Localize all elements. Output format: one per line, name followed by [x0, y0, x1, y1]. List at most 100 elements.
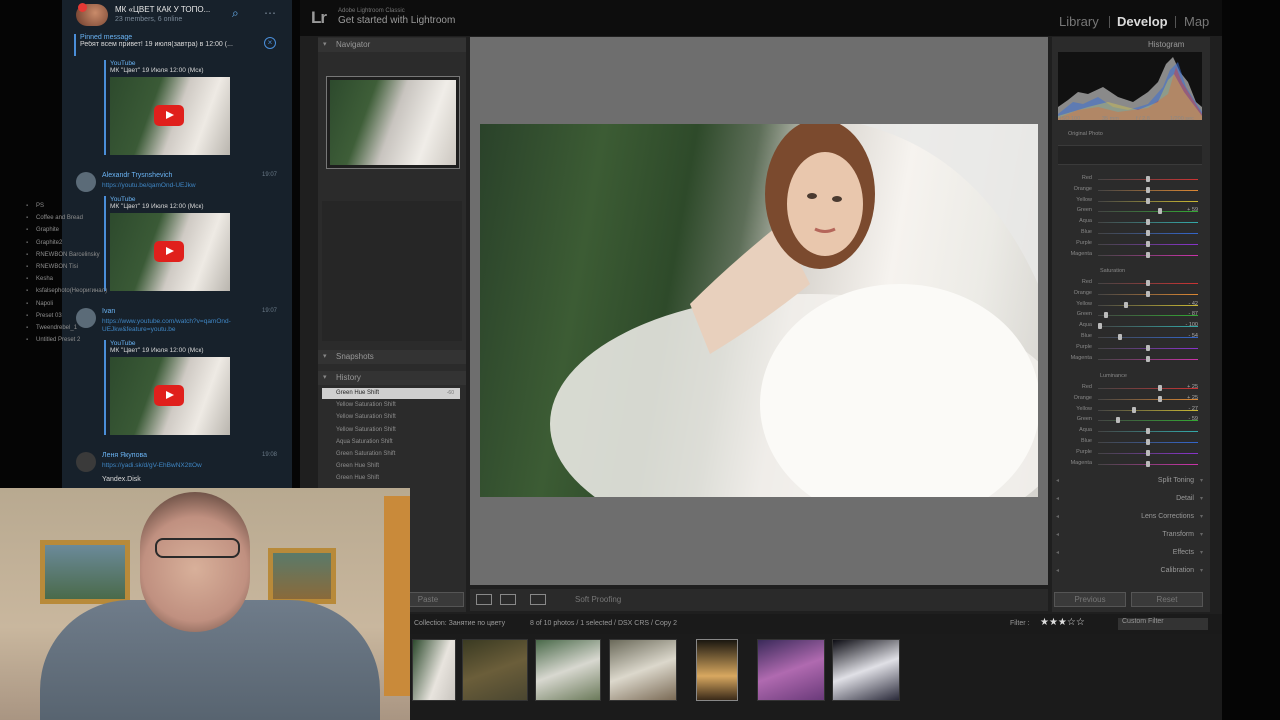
- navigator-preview[interactable]: [326, 76, 460, 169]
- youtube-preview[interactable]: YouTube МК "Цвет" 19 Июля 12:00 (Мск): [104, 340, 244, 435]
- slider-knob[interactable]: [1146, 439, 1150, 445]
- panel-section[interactable]: Transform: [1056, 528, 1204, 542]
- collection-label[interactable]: Collection: Занятие по цвету: [414, 620, 505, 627]
- play-icon[interactable]: [154, 385, 184, 406]
- snapshots-header[interactable]: Snapshots: [318, 350, 466, 364]
- filter-dropdown[interactable]: Custom Filter: [1118, 618, 1208, 630]
- slider-knob[interactable]: [1146, 186, 1150, 193]
- slider-value[interactable]: - 42: [1182, 301, 1198, 307]
- history-item[interactable]: Green Hue Shift: [322, 473, 460, 484]
- sender-name[interactable]: Леня Якупова: [102, 452, 147, 459]
- preset-item[interactable]: Coffee and Bread: [26, 215, 83, 221]
- slider-knob[interactable]: [1146, 230, 1150, 236]
- main-photo[interactable]: [480, 124, 1038, 497]
- slider-knob[interactable]: [1146, 355, 1150, 362]
- pinned-message[interactable]: Pinned message Ребят всем привет! 19 июл…: [74, 34, 288, 56]
- message-link[interactable]: https://yadi.sk/d/gV-EhBwNX2ttOw: [102, 462, 262, 470]
- slider-knob[interactable]: [1116, 417, 1120, 424]
- slider-knob[interactable]: [1146, 344, 1150, 351]
- avatar[interactable]: [76, 308, 96, 328]
- histogram-header[interactable]: Histogram: [1148, 40, 1184, 49]
- chat-title[interactable]: МК «ЦВЕТ КАК У ТОПО...: [115, 5, 210, 14]
- link-preview-title[interactable]: Yandex.Disk: [102, 476, 141, 483]
- panel-section[interactable]: Calibration: [1056, 564, 1204, 578]
- slider-knob[interactable]: [1146, 219, 1150, 226]
- photo-count[interactable]: 8 of 10 photos / 1 selected / DSX CRS / …: [530, 620, 677, 627]
- chat-header[interactable]: МК «ЦВЕТ КАК У ТОПО... 23 members, 6 onl…: [62, 0, 292, 30]
- slider-value[interactable]: - 59: [1182, 416, 1198, 422]
- slider-value[interactable]: + 59: [1182, 207, 1198, 213]
- slider-value[interactable]: - 100: [1182, 322, 1198, 328]
- youtube-preview[interactable]: YouTube МК "Цвет" 19 Июля 12:00 (Мск): [104, 196, 244, 291]
- loupe-view-icon[interactable]: [476, 594, 492, 605]
- slider-knob[interactable]: [1146, 460, 1150, 467]
- previous-button[interactable]: Previous: [1054, 592, 1126, 607]
- history-item[interactable]: Aqua Saturation Shift: [322, 437, 460, 448]
- slider-knob[interactable]: [1146, 428, 1150, 435]
- panel-section[interactable]: Split Toning: [1056, 474, 1204, 488]
- filmstrip-thumbnail[interactable]: [462, 639, 528, 701]
- history-item[interactable]: Green Hue Shift: [322, 461, 460, 472]
- filmstrip-thumbnail[interactable]: [832, 639, 900, 701]
- module-develop[interactable]: Develop: [1117, 14, 1168, 29]
- panel-section[interactable]: Detail: [1056, 492, 1204, 506]
- slider-knob[interactable]: [1146, 280, 1150, 286]
- avatar[interactable]: [76, 172, 96, 192]
- close-pinned-icon[interactable]: ×: [264, 37, 276, 49]
- preset-item[interactable]: Napoli: [26, 301, 53, 307]
- play-icon[interactable]: [154, 241, 184, 262]
- history-header[interactable]: History: [318, 371, 466, 385]
- history-item[interactable]: Yellow Saturation Shift: [322, 412, 460, 423]
- history-item[interactable]: Green Saturation Shift: [322, 449, 460, 460]
- navigator-header[interactable]: Navigator: [318, 38, 466, 52]
- slider-knob[interactable]: [1146, 197, 1150, 204]
- slider-knob[interactable]: [1158, 395, 1162, 402]
- slider-knob[interactable]: [1146, 240, 1150, 247]
- slider-knob[interactable]: [1158, 385, 1162, 391]
- slider-knob[interactable]: [1124, 301, 1128, 308]
- filmstrip-thumbnail[interactable]: [609, 639, 677, 701]
- slider-value[interactable]: - 54: [1182, 333, 1198, 339]
- slider-knob[interactable]: [1146, 251, 1150, 258]
- slider-knob[interactable]: [1158, 208, 1162, 215]
- filmstrip-thumbnail[interactable]: [696, 639, 738, 701]
- preset-item[interactable]: Graphite2: [26, 240, 62, 246]
- avatar[interactable]: [76, 452, 96, 472]
- message-link[interactable]: https://www.youtube.com/watch?v=qamOnd-U…: [102, 318, 262, 334]
- tool-strip[interactable]: [1058, 145, 1202, 165]
- slider-knob[interactable]: [1146, 176, 1150, 182]
- slider-knob[interactable]: [1146, 290, 1150, 297]
- sender-name[interactable]: Ivan: [102, 308, 115, 315]
- slider-value[interactable]: - 87: [1182, 311, 1198, 317]
- slider-knob[interactable]: [1146, 449, 1150, 456]
- slider-knob[interactable]: [1118, 334, 1122, 340]
- soft-proofing-checkbox[interactable]: Soft Proofing: [575, 595, 621, 604]
- module-library[interactable]: Library: [1059, 14, 1099, 29]
- slider-value[interactable]: + 25: [1182, 395, 1198, 401]
- more-icon[interactable]: ⋯: [264, 6, 276, 20]
- video-thumbnail[interactable]: [110, 77, 230, 155]
- reset-button[interactable]: Reset: [1131, 592, 1203, 607]
- before-after-icon[interactable]: [500, 594, 516, 605]
- preset-item[interactable]: PS: [26, 203, 44, 209]
- rating-stars[interactable]: ★★★☆☆: [1040, 617, 1085, 628]
- youtube-preview[interactable]: YouTube МК "Цвет" 19 Июля 12:00 (Мск): [104, 60, 244, 155]
- slider-value[interactable]: - 27: [1182, 406, 1198, 412]
- preset-item[interactable]: Untitled Preset 2: [26, 337, 80, 343]
- search-icon[interactable]: ⌕: [232, 6, 239, 21]
- identity-plate[interactable]: Get started with Lightroom: [338, 15, 455, 26]
- filmstrip-thumbnail[interactable]: [535, 639, 601, 701]
- preset-item[interactable]: Preset 03: [26, 313, 62, 319]
- video-thumbnail[interactable]: [110, 213, 230, 291]
- panel-section[interactable]: Effects: [1056, 546, 1204, 560]
- slider-knob[interactable]: [1132, 406, 1136, 413]
- history-item[interactable]: Yellow Saturation Shift: [322, 400, 460, 411]
- history-item[interactable]: Yellow Saturation Shift: [322, 425, 460, 436]
- preset-item[interactable]: RNEWBON Barcelinsky: [26, 252, 100, 258]
- history-item[interactable]: Green Hue Shift -60: [322, 388, 460, 399]
- preset-item[interactable]: ksfalsephoto(Неоригинал): [26, 288, 107, 294]
- preset-item[interactable]: Tweendrebel_1: [26, 325, 77, 331]
- slider-value[interactable]: + 25: [1182, 384, 1198, 390]
- module-map[interactable]: Map: [1184, 14, 1209, 29]
- panel-section[interactable]: Lens Corrections: [1056, 510, 1204, 524]
